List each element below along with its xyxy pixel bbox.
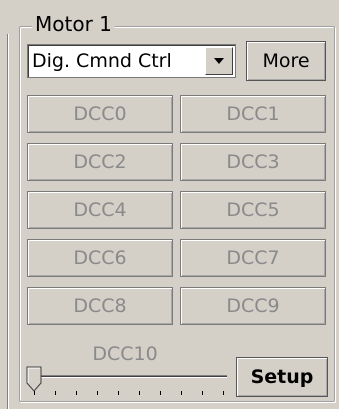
slider-tick	[139, 391, 140, 395]
dropdown-button[interactable]	[205, 47, 233, 75]
slider-tick	[223, 391, 224, 395]
slider-tick	[97, 391, 98, 395]
panel-divider	[7, 34, 8, 409]
group-title: Motor 1	[32, 11, 115, 37]
dcc0-button[interactable]: DCC0	[27, 95, 173, 133]
dcc7-button[interactable]: DCC7	[180, 239, 326, 277]
slider-tick	[34, 391, 35, 395]
chevron-down-icon	[214, 58, 224, 64]
slider-track[interactable]	[31, 375, 227, 378]
dcc5-button[interactable]: DCC5	[180, 191, 326, 229]
slider-tick	[160, 391, 161, 395]
command-select[interactable]: Dig. Cmnd Ctrl	[27, 44, 236, 78]
dcc9-button[interactable]: DCC9	[180, 287, 326, 325]
dcc8-button[interactable]: DCC8	[27, 287, 173, 325]
slider-tick	[202, 391, 203, 395]
slider-tick	[118, 391, 119, 395]
slider-tick	[181, 391, 182, 395]
dcc2-button[interactable]: DCC2	[27, 143, 173, 181]
dcc6-button[interactable]: DCC6	[27, 239, 173, 277]
slider-tick	[76, 391, 77, 395]
command-select-value: Dig. Cmnd Ctrl	[32, 50, 172, 72]
more-button[interactable]: More	[246, 41, 326, 81]
dcc3-button[interactable]: DCC3	[180, 143, 326, 181]
slider-label: DCC10	[92, 343, 158, 365]
dcc1-button[interactable]: DCC1	[180, 95, 326, 133]
dcc4-button[interactable]: DCC4	[27, 191, 173, 229]
setup-button[interactable]: Setup	[236, 357, 328, 397]
slider-tick	[55, 391, 56, 395]
slider-thumb[interactable]	[26, 366, 42, 392]
